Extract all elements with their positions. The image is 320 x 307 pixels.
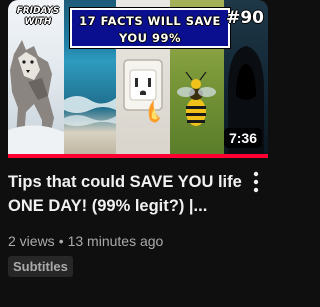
separator-dot: • [58,233,64,249]
duration-badge: 7:36 [223,128,262,148]
more-options-button[interactable] [244,168,268,196]
video-thumbnail[interactable]: FRIDAYS WITH 17 FACTS WILL SAVE YOU 99% … [8,0,268,158]
watch-progress-fill [8,154,268,158]
thumbnail-title-banner: 17 FACTS WILL SAVE YOU 99% [70,8,230,48]
watch-progress-bar [8,154,268,158]
episode-number: #90 [226,8,264,28]
more-vert-icon [253,171,259,193]
banner-line1: 17 FACTS WILL SAVE [79,14,221,28]
upload-age: 13 minutes ago [67,233,164,249]
banner-line2: YOU 99% [118,31,182,45]
video-metadata: 2 views • 13 minutes ago [8,233,163,249]
channel-logo-line2: WITH [24,17,52,27]
subtitles-badge: Subtitles [8,256,73,277]
channel-logo-line1: FRIDAYS [16,6,60,16]
video-title[interactable]: Tips that could SAVE YOU life ONE DAY! (… [8,170,246,218]
video-card[interactable]: FRIDAYS WITH 17 FACTS WILL SAVE YOU 99% … [0,0,274,307]
channel-logo: FRIDAYS WITH [10,4,66,42]
view-count: 2 views [8,233,55,249]
